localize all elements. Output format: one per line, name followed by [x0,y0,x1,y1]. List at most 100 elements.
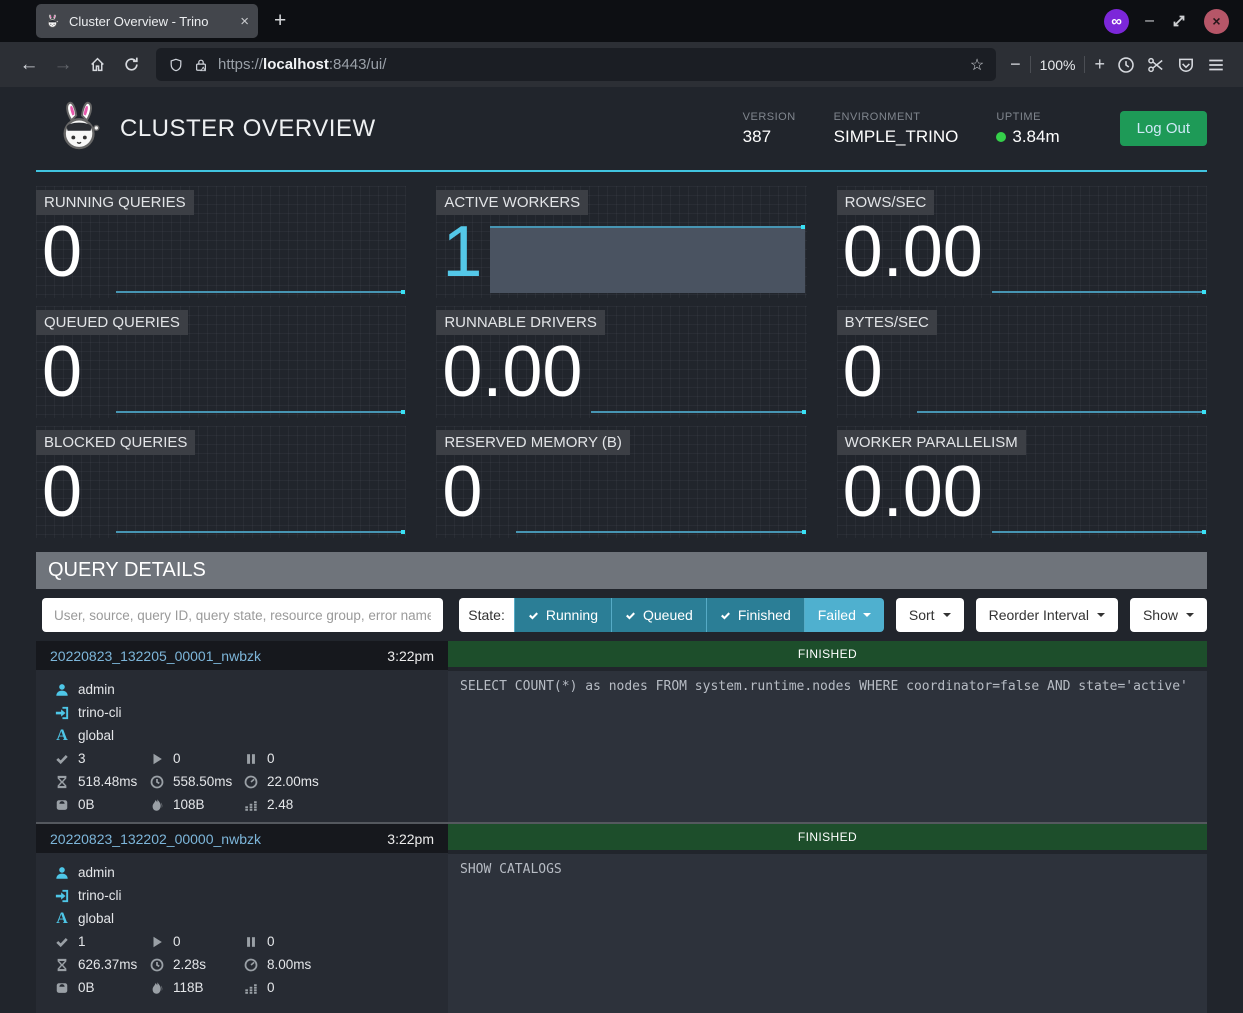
screenshot-scissors-icon[interactable] [1141,50,1171,80]
sparkline [116,531,404,533]
show-dropdown[interactable]: Show [1130,598,1207,632]
current-memory-scale-icon [54,797,70,813]
wall-time-hourglass-icon [54,957,70,973]
stats-grid: RUNNING QUERIES 0 ACTIVE WORKERS 1 ROWS/… [36,186,1207,538]
query-sql-text: SHOW CATALOGS [448,854,1207,1013]
elapsed-time-clock-icon [149,957,165,973]
stat-panel-rows-sec: ROWS/SEC 0.00 [837,186,1207,298]
zoom-in-button[interactable]: + [1094,54,1105,75]
sparkline [516,531,804,533]
tab-title: Cluster Overview - Trino [69,14,232,29]
zoom-out-button[interactable]: − [1010,54,1021,75]
query-details-title: QUERY DETAILS [36,552,1207,589]
window-restore-button[interactable] [1170,6,1188,36]
check-icon [720,610,731,621]
state-filter-label: State: [459,598,514,632]
shield-icon[interactable] [168,57,184,73]
browser-toolbar: ← → https://localhost:8443/ui/ ☆ − 100% … [0,42,1243,87]
trino-bunny-favicon [45,13,61,29]
version-metric: VERSION 387 [743,111,796,147]
caret-down-icon [863,613,871,617]
query-stats: admin trino-cli A global 3 0 0 518.48ms [36,670,448,822]
user-icon [54,865,70,881]
source-login-icon [54,888,70,904]
sort-dropdown[interactable]: Sort [896,598,964,632]
running-splits-icon [149,934,165,950]
query-status-bar: FINISHED [448,824,1207,850]
query-search-input[interactable] [42,598,443,632]
window-minimize-button[interactable]: – [1145,12,1154,30]
menu-icon[interactable] [1201,50,1231,80]
sparkline [992,291,1205,293]
logout-button[interactable]: Log Out [1120,111,1207,146]
stat-panel-queued-queries: QUEUED QUERIES 0 [36,306,406,418]
sparkline [116,411,404,413]
state-running-button[interactable]: Running [514,598,611,632]
stat-panel-worker-parallelism: WORKER PARALLELISM 0.00 [837,426,1207,538]
lock-warning-icon[interactable] [193,57,209,73]
check-icon [528,610,539,621]
zoom-level[interactable]: 100% [1040,57,1076,73]
trino-logo [58,101,104,156]
check-icon [625,610,636,621]
query-id-link[interactable]: 20220823_132205_00001_nwbzk [50,648,261,664]
history-clock-icon[interactable] [1111,50,1141,80]
completed-splits-icon [54,934,70,950]
pocket-icon[interactable] [1171,50,1201,80]
query-id-link[interactable]: 20220823_132202_00000_nwbzk [50,831,261,847]
sparkline-filled [490,226,804,293]
stat-panel-blocked-queries: BLOCKED QUERIES 0 [36,426,406,538]
browser-tab[interactable]: Cluster Overview - Trino × [36,4,258,38]
browser-tab-bar: Cluster Overview - Trino × + ∞ – × [0,0,1243,42]
sparkline [591,411,804,413]
window-close-button[interactable]: × [1204,9,1229,34]
query-time: 3:22pm [387,648,434,664]
query-sql-text: SELECT COUNT(*) as nodes FROM system.run… [448,671,1207,822]
back-button[interactable]: ← [12,49,46,81]
trino-cluster-overview-page: CLUSTER OVERVIEW VERSION 387 ENVIRONMENT… [0,87,1243,1013]
reorder-interval-dropdown[interactable]: Reorder Interval [976,598,1118,632]
current-memory-scale-icon [54,980,70,996]
query-time: 3:22pm [387,831,434,847]
bookmark-star-icon[interactable]: ☆ [970,55,984,75]
completed-splits-icon [54,751,70,767]
query-status-bar: FINISHED [448,641,1207,667]
query-stats: admin trino-cli A global 1 0 0 626.37ms [36,853,448,1013]
user-icon [54,682,70,698]
state-finished-button[interactable]: Finished [706,598,804,632]
stat-panel-active-workers: ACTIVE WORKERS 1 [436,186,806,298]
page-title: CLUSTER OVERVIEW [120,115,376,143]
cumulative-memory-fire-icon [149,797,165,813]
caret-down-icon [943,613,951,617]
wall-time-hourglass-icon [54,774,70,790]
reload-button[interactable] [114,49,148,81]
stat-panel-bytes-sec: BYTES/SEC 0 [837,306,1207,418]
cumulative-memory-fire-icon [149,980,165,996]
uptime-metric: UPTIME 3.84m [996,111,1059,147]
forward-button[interactable]: → [46,49,80,81]
stat-panel-reserved-memory: RESERVED MEMORY (B) 0 [436,426,806,538]
tab-close-icon[interactable]: × [240,14,249,29]
new-tab-button[interactable]: + [274,9,286,33]
query-row: 20220823_132202_00000_nwbzk 3:22pm admin… [36,822,1207,1013]
caret-down-icon [1097,613,1105,617]
query-row-header: 20220823_132202_00000_nwbzk 3:22pm [36,824,448,853]
state-filter-group: State: Running Queued Finished Failed [459,598,884,632]
cpu-time-gauge-icon [243,774,259,790]
state-failed-dropdown[interactable]: Failed [804,598,884,632]
url-bar[interactable]: https://localhost:8443/ui/ ☆ [156,48,996,81]
resource-group-icon: A [54,728,70,744]
cpu-time-gauge-icon [243,957,259,973]
uptime-status-dot [996,132,1006,142]
home-button[interactable] [80,49,114,81]
url-text: https://localhost:8443/ui/ [218,56,961,73]
query-row: 20220823_132205_00001_nwbzk 3:22pm admin… [36,641,1207,822]
running-splits-icon [149,751,165,767]
query-filter-toolbar: State: Running Queued Finished Failed So… [36,598,1207,632]
parallelism-chart-icon [243,797,259,813]
caret-down-icon [1186,613,1194,617]
stat-panel-running-queries: RUNNING QUERIES 0 [36,186,406,298]
parallelism-chart-icon [243,980,259,996]
environment-metric: ENVIRONMENT SIMPLE_TRINO [834,111,959,147]
state-queued-button[interactable]: Queued [611,598,706,632]
